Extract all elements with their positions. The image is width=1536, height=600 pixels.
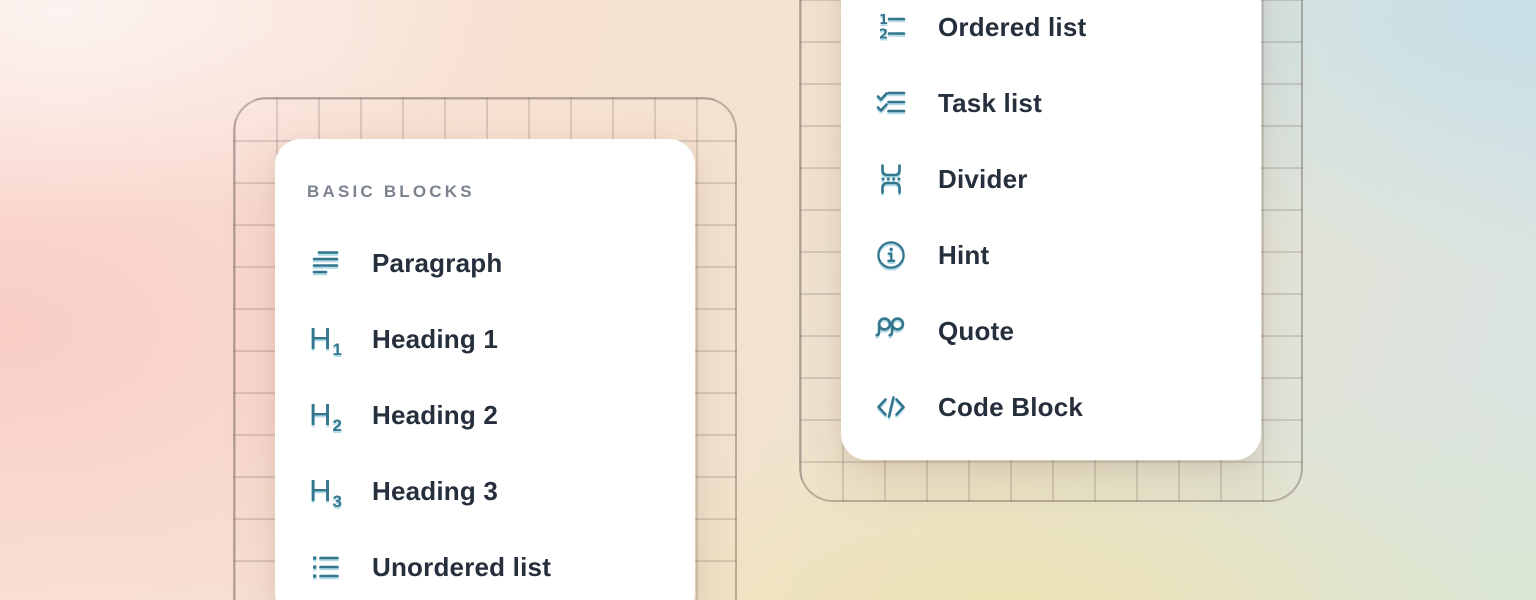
menu-item-divider[interactable]: Divider [841, 141, 1261, 217]
section-title: BASIC BLOCKS [307, 181, 695, 203]
menu-item-unordered-list[interactable]: Unordered list [275, 529, 695, 600]
unordered-list-icon [305, 547, 345, 587]
code-block-icon [871, 387, 911, 427]
heading-1-icon: H1 [305, 319, 345, 359]
paragraph-icon [305, 243, 345, 283]
menu-item-quote[interactable]: Quote [841, 293, 1261, 369]
menu-item-heading-1[interactable]: H1 Heading 1 [275, 301, 695, 377]
hero-background: BASIC BLOCKS Paragraph H1 Heading 1 H2 [0, 0, 1536, 600]
svg-text:2: 2 [879, 28, 888, 43]
menu-item-label: Ordered list [938, 12, 1086, 43]
menu-item-label: Heading 3 [372, 476, 498, 507]
menu-item-heading-2[interactable]: H2 Heading 2 [275, 377, 695, 453]
menu-item-label: Quote [938, 316, 1014, 347]
heading-3-icon: H3 [305, 471, 345, 511]
blocks-menu-continued: 1 2 Ordered list Task list [841, 0, 1261, 460]
menu-items: Paragraph H1 Heading 1 H2 Heading 2 H3 H… [275, 225, 695, 600]
menu-item-task-list[interactable]: Task list [841, 65, 1261, 141]
menu-item-label: Divider [938, 164, 1028, 195]
menu-items: 1 2 Ordered list Task list [841, 0, 1261, 445]
menu-item-label: Unordered list [372, 552, 551, 583]
menu-item-code-block[interactable]: Code Block [841, 369, 1261, 445]
ordered-list-icon: 1 2 [871, 7, 911, 47]
basic-blocks-menu: BASIC BLOCKS Paragraph H1 Heading 1 H2 [275, 139, 695, 600]
heading-2-icon: H2 [305, 395, 345, 435]
menu-item-ordered-list[interactable]: 1 2 Ordered list [841, 0, 1261, 65]
quote-icon [871, 311, 911, 351]
menu-item-label: Heading 2 [372, 400, 498, 431]
menu-item-hint[interactable]: Hint [841, 217, 1261, 293]
task-list-icon [871, 83, 911, 123]
hint-icon [871, 235, 911, 275]
menu-item-label: Hint [938, 240, 989, 271]
menu-item-paragraph[interactable]: Paragraph [275, 225, 695, 301]
menu-item-label: Code Block [938, 392, 1083, 423]
menu-item-label: Heading 1 [372, 324, 498, 355]
svg-text:1: 1 [879, 13, 888, 28]
menu-item-label: Paragraph [372, 248, 502, 279]
menu-item-label: Task list [938, 88, 1042, 119]
divider-icon [871, 159, 911, 199]
menu-item-heading-3[interactable]: H3 Heading 3 [275, 453, 695, 529]
